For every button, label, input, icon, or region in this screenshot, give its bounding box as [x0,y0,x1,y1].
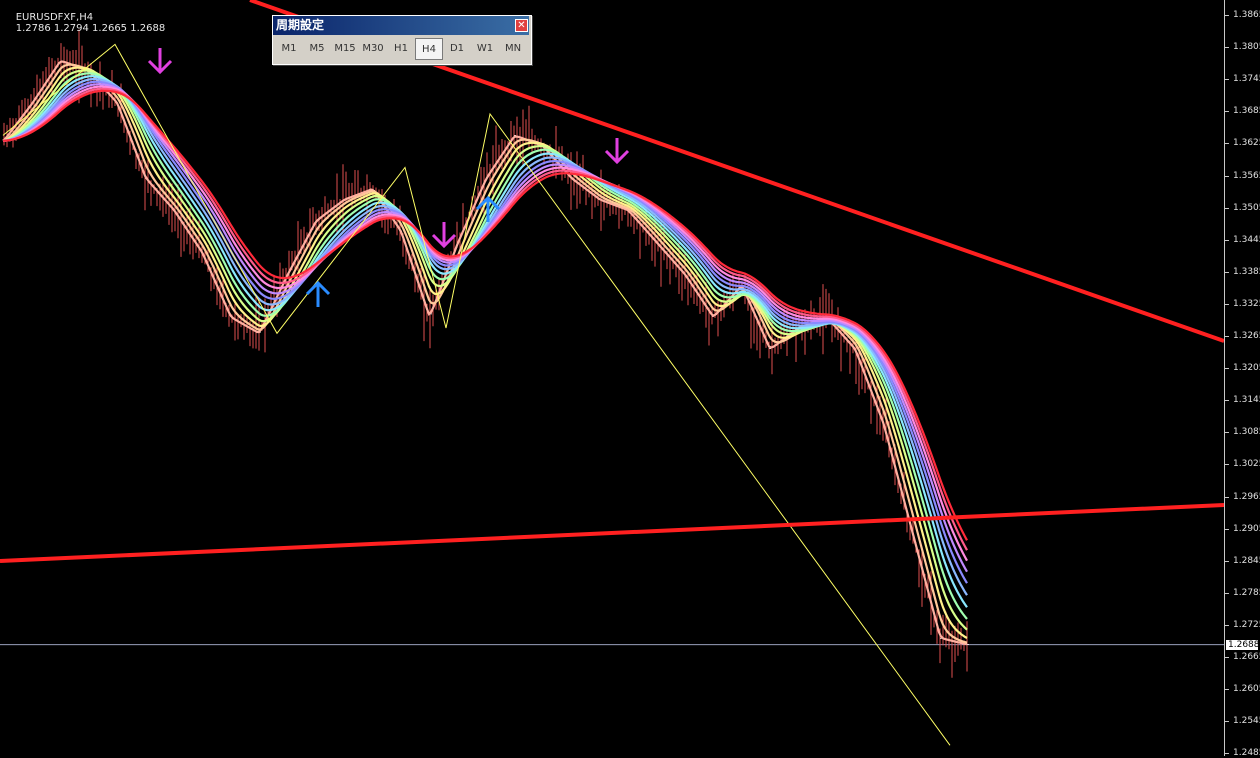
price-tick-label: 1.3085 [1233,427,1260,438]
price-tick-mark [1225,592,1229,594]
price-tick-label: 1.2965 [1233,491,1260,502]
price-tick-mark [1225,239,1229,241]
period-button-h1[interactable]: H1 [387,38,415,60]
period-window-title[interactable]: 周期設定 [273,16,529,35]
symbol-name: EURUSDFXF,H4 [15,12,94,23]
price-tick-mark [1225,79,1229,81]
period-button-h4[interactable]: H4 [415,38,443,60]
price-tick-mark [1225,432,1229,434]
period-button-m30[interactable]: M30 [359,38,387,60]
price-tick-label: 1.2665 [1233,652,1260,662]
price-tick-mark [1225,15,1229,16]
price-tick-mark [1225,271,1229,273]
price-tick-label: 1.3445 [1233,234,1260,245]
price-tick-label: 1.3865 [1233,10,1260,20]
period-button-w1[interactable]: W1 [471,38,499,60]
ohlc-values: 1.2786 1.2794 1.2665 1.2688 [15,23,166,34]
price-tick-label: 1.3145 [1233,395,1260,406]
price-tick-mark [1225,721,1229,723]
price-chart[interactable] [0,0,1260,756]
price-tick-label: 1.3025 [1233,459,1260,470]
price-tick-label: 1.3625 [1233,138,1260,149]
price-tick-mark [1225,560,1229,562]
price-tick-mark [1225,336,1229,337]
price-tick-mark [1225,528,1229,530]
price-tick-mark [1225,143,1229,145]
price-tick-mark [1225,207,1229,209]
price-tick-label: 1.3745 [1233,74,1260,85]
buy-arrow-icon [305,280,331,307]
period-button-mn[interactable]: MN [499,38,527,60]
price-tick-mark [1225,689,1229,691]
sell-arrow-icon [147,48,173,75]
period-button-bar: M1 M5 M15 M30 H1 H4 D1 W1 MN [275,38,527,60]
price-tick-mark [1225,175,1229,177]
price-tick-mark [1225,753,1229,755]
symbol-header: EURUSDFXF,H4 1.2786 1.2794 1.2665 1.2688 [3,1,166,45]
price-tick-label: 1.2545 [1233,716,1260,727]
price-tick-label: 1.2785 [1233,587,1260,598]
price-tick-mark [1225,624,1229,626]
price-tick-mark [1225,303,1229,305]
price-tick-label: 1.3505 [1233,202,1260,213]
price-tick-label: 1.3685 [1233,106,1260,117]
price-tick-mark [1225,400,1229,402]
price-tick-label: 1.2845 [1233,555,1260,566]
price-tick-label: 1.2485 [1233,748,1260,758]
sell-arrow-icon [604,138,630,165]
price-tick-label: 1.2725 [1233,619,1260,630]
price-tick-label: 1.3265 [1233,331,1260,341]
support-trendline [0,503,1225,563]
period-button-m1[interactable]: M1 [275,38,303,60]
price-tick-mark [1225,47,1229,49]
price-tick-mark [1225,496,1229,498]
close-icon[interactable]: ✕ [515,19,528,32]
price-tick-mark [1225,111,1229,113]
sell-arrow-icon [431,222,457,249]
price-tick-label: 1.2605 [1233,684,1260,695]
price-tick-label: 1.2905 [1233,523,1260,534]
period-button-m15[interactable]: M15 [331,38,359,60]
price-tick-label: 1.3205 [1233,363,1260,374]
chart-area[interactable]: EURUSDFXF,H4 1.2786 1.2794 1.2665 1.2688… [0,0,1260,758]
price-tick-label: 1.3385 [1233,266,1260,277]
price-tick-label: 1.3565 [1233,170,1260,181]
price-tick-mark [1225,657,1229,658]
price-tick-label: 1.3325 [1233,298,1260,309]
price-tick-label: 1.3805 [1233,42,1260,53]
price-tick-mark [1225,464,1229,466]
period-button-m5[interactable]: M5 [303,38,331,60]
period-settings-window[interactable]: 周期設定 ✕ M1 M5 M15 M30 H1 H4 D1 W1 MN [272,15,532,65]
current-price-label: 1.2688 [1226,639,1260,650]
price-tick-mark [1225,368,1229,370]
period-button-d1[interactable]: D1 [443,38,471,60]
